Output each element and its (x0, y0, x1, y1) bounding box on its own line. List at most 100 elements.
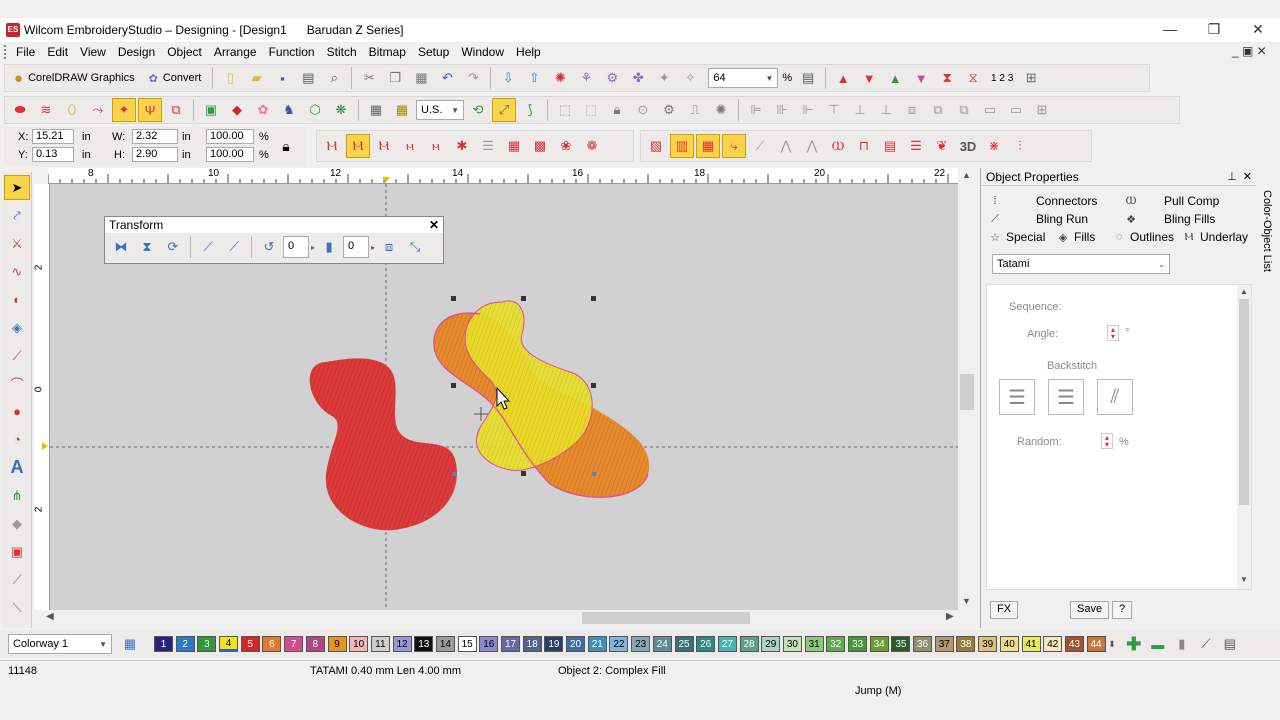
spool-icon[interactable]: ▮ (1170, 632, 1194, 656)
panel-scroll-thumb[interactable] (1239, 299, 1249, 505)
color-swatch[interactable]: 20 (566, 636, 586, 652)
color-swatch[interactable]: 34 (869, 636, 889, 652)
open-folder-icon[interactable]: ▰ (244, 66, 268, 90)
show-guides-icon[interactable]: ⤢ (492, 98, 516, 122)
fx-button[interactable]: FX (990, 601, 1019, 619)
menu-help[interactable]: Help (510, 42, 547, 62)
measure-tool-icon[interactable]: ⟍ (4, 595, 30, 620)
prev-object-icon[interactable]: ⧗ (935, 66, 959, 90)
color-swatch[interactable]: 14 (435, 636, 455, 652)
color-swatch[interactable]: 5 (240, 636, 260, 652)
menu-object[interactable]: Object (161, 42, 208, 62)
restore-button[interactable]: ❐ (1192, 18, 1236, 42)
picture-icon[interactable]: ▣ (199, 98, 223, 122)
palette-menu-icon[interactable]: ▤ (1218, 632, 1242, 656)
tab-connectors[interactable]: ⁞ Connectors (988, 194, 1108, 208)
color-swatch[interactable]: 36 (913, 636, 933, 652)
color-swatch[interactable]: 10 (349, 636, 369, 652)
color-swatch[interactable]: 24 (652, 636, 672, 652)
lock-icon[interactable]: 🔒︎ (605, 98, 629, 122)
align-middle-icon[interactable]: ⊥ (848, 98, 872, 122)
effect-g-icon[interactable]: ⋀ (800, 134, 824, 158)
horizontal-scroll-thumb[interactable] (582, 612, 750, 624)
color-swatch[interactable]: 33 (848, 636, 867, 652)
palette-scroll-icon[interactable]: ⬍ (1108, 639, 1116, 650)
color-swatch[interactable]: 32 (826, 636, 846, 652)
color-swatch[interactable]: 21 (587, 636, 607, 652)
color-swatch[interactable]: 26 (696, 636, 716, 652)
color-swatch[interactable]: 11 (370, 636, 390, 652)
mascot-icon[interactable]: ♞ (277, 98, 301, 122)
tab-special[interactable]: ☆ Special (988, 230, 1045, 244)
align-center-icon[interactable]: ⊪ (770, 98, 794, 122)
fill-holes-icon[interactable]: ⧉ (164, 98, 188, 122)
effect-h-icon[interactable]: Ⲱ (826, 134, 850, 158)
reshape-icon[interactable]: ✦ (112, 98, 136, 122)
color-swatch[interactable]: 18 (522, 636, 542, 652)
proportional-lock-icon[interactable]: 🔒︎ (274, 134, 298, 158)
backstitch-angled-button[interactable]: ⫽ (1097, 379, 1133, 415)
three-d-icon[interactable]: 3D (956, 134, 980, 158)
size-icon[interactable]: ▭ (1004, 98, 1028, 122)
color-swatch[interactable]: 43 (1064, 636, 1084, 652)
convert-button[interactable]: ✿ Convert (143, 66, 208, 90)
grid-icon[interactable]: ▦ (364, 98, 388, 122)
input-c-icon[interactable]: Ψ (138, 98, 162, 122)
tab-bling-run[interactable]: ⟋ Bling Run (988, 212, 1108, 226)
color-swatch[interactable]: 9 (327, 636, 347, 652)
scale-icon[interactable]: ⤡ (403, 235, 427, 259)
color-swatch[interactable]: 29 (761, 636, 781, 652)
circle-tool-icon[interactable]: ● (4, 399, 30, 424)
reshape-tool-icon[interactable]: ⤤ (4, 203, 30, 228)
color-swatch[interactable]: 16 (479, 636, 499, 652)
show-stitches-icon[interactable]: ✦ (652, 66, 676, 90)
next-object-icon[interactable]: ⧖ (961, 66, 985, 90)
rotate-angle-icon[interactable]: ↺ (257, 235, 281, 259)
menu-window[interactable]: Window (455, 42, 510, 62)
menu-bitmap[interactable]: Bitmap (363, 42, 412, 62)
color-grid-icon[interactable]: ▦ (118, 632, 142, 656)
help-button[interactable]: ? (1112, 601, 1133, 619)
color-swatch[interactable]: 41 (1021, 636, 1041, 652)
slant-angle-icon[interactable]: ▮ (317, 235, 341, 259)
colorway-select[interactable]: Colorway 1 ▼ (8, 634, 112, 654)
effect-m-icon[interactable]: ⋇ (982, 134, 1006, 158)
sparkle-icon[interactable]: ❋ (329, 98, 353, 122)
color-swatch[interactable]: 44 (1086, 636, 1106, 652)
space-even-icon[interactable]: ⧈ (900, 98, 924, 122)
trim-icon[interactable]: ⎍ (683, 98, 707, 122)
unlock-icon[interactable]: ⊙ (631, 98, 655, 122)
y-field[interactable]: 0.13 (32, 147, 74, 162)
effect-n-icon[interactable]: ⫶ (1008, 134, 1032, 158)
effect-j-icon[interactable]: ▤ (878, 134, 902, 158)
vertical-scrollbar[interactable]: ▲ ▼ (958, 168, 976, 610)
fill-type-select[interactable]: Tatami ⌄ (992, 254, 1170, 274)
w-field[interactable]: 2.32 (132, 129, 178, 144)
color-swatch[interactable]: 30 (782, 636, 802, 652)
vertical-scroll-thumb[interactable] (960, 374, 974, 410)
align-right-icon[interactable]: ⊩ (796, 98, 820, 122)
ungroup-icon[interactable]: ⬚ (579, 98, 603, 122)
digitize-curve-icon[interactable]: ⌒ (4, 371, 30, 396)
color-swatch[interactable]: 42 (1043, 636, 1063, 652)
units-select[interactable]: U.S. ▼ (416, 100, 464, 120)
triple-run-icon[interactable]: ⲙ (424, 134, 448, 158)
scroll-down-icon[interactable]: ▼ (962, 596, 971, 606)
sequence-icon[interactable]: 1 2 3 (987, 66, 1017, 90)
angle-spinner[interactable]: ▴ ▾ (1107, 325, 1119, 341)
first-stitch-icon[interactable]: ▲ (831, 66, 855, 90)
group-icon[interactable]: ⬚ (553, 98, 577, 122)
x-field[interactable]: 15.21 (32, 129, 74, 144)
stitch-edit-icon[interactable]: ∿ (4, 259, 30, 284)
next-color-icon[interactable]: ▼ (909, 66, 933, 90)
scale-x-field[interactable]: 100.00 (206, 129, 254, 144)
color-swatch[interactable]: 3 (197, 636, 217, 652)
grid-snap-icon[interactable]: ▦ (390, 98, 414, 122)
stop-icon[interactable]: ✤ (626, 66, 650, 90)
pin-icon[interactable]: ⊥ (1227, 171, 1237, 183)
contour-icon[interactable]: ☰ (476, 134, 500, 158)
spiral-icon[interactable]: ❁ (580, 134, 604, 158)
color-swatch[interactable]: 19 (544, 636, 564, 652)
motif-icon[interactable]: ✿ (251, 98, 275, 122)
new-file-icon[interactable]: ▯ (218, 66, 242, 90)
